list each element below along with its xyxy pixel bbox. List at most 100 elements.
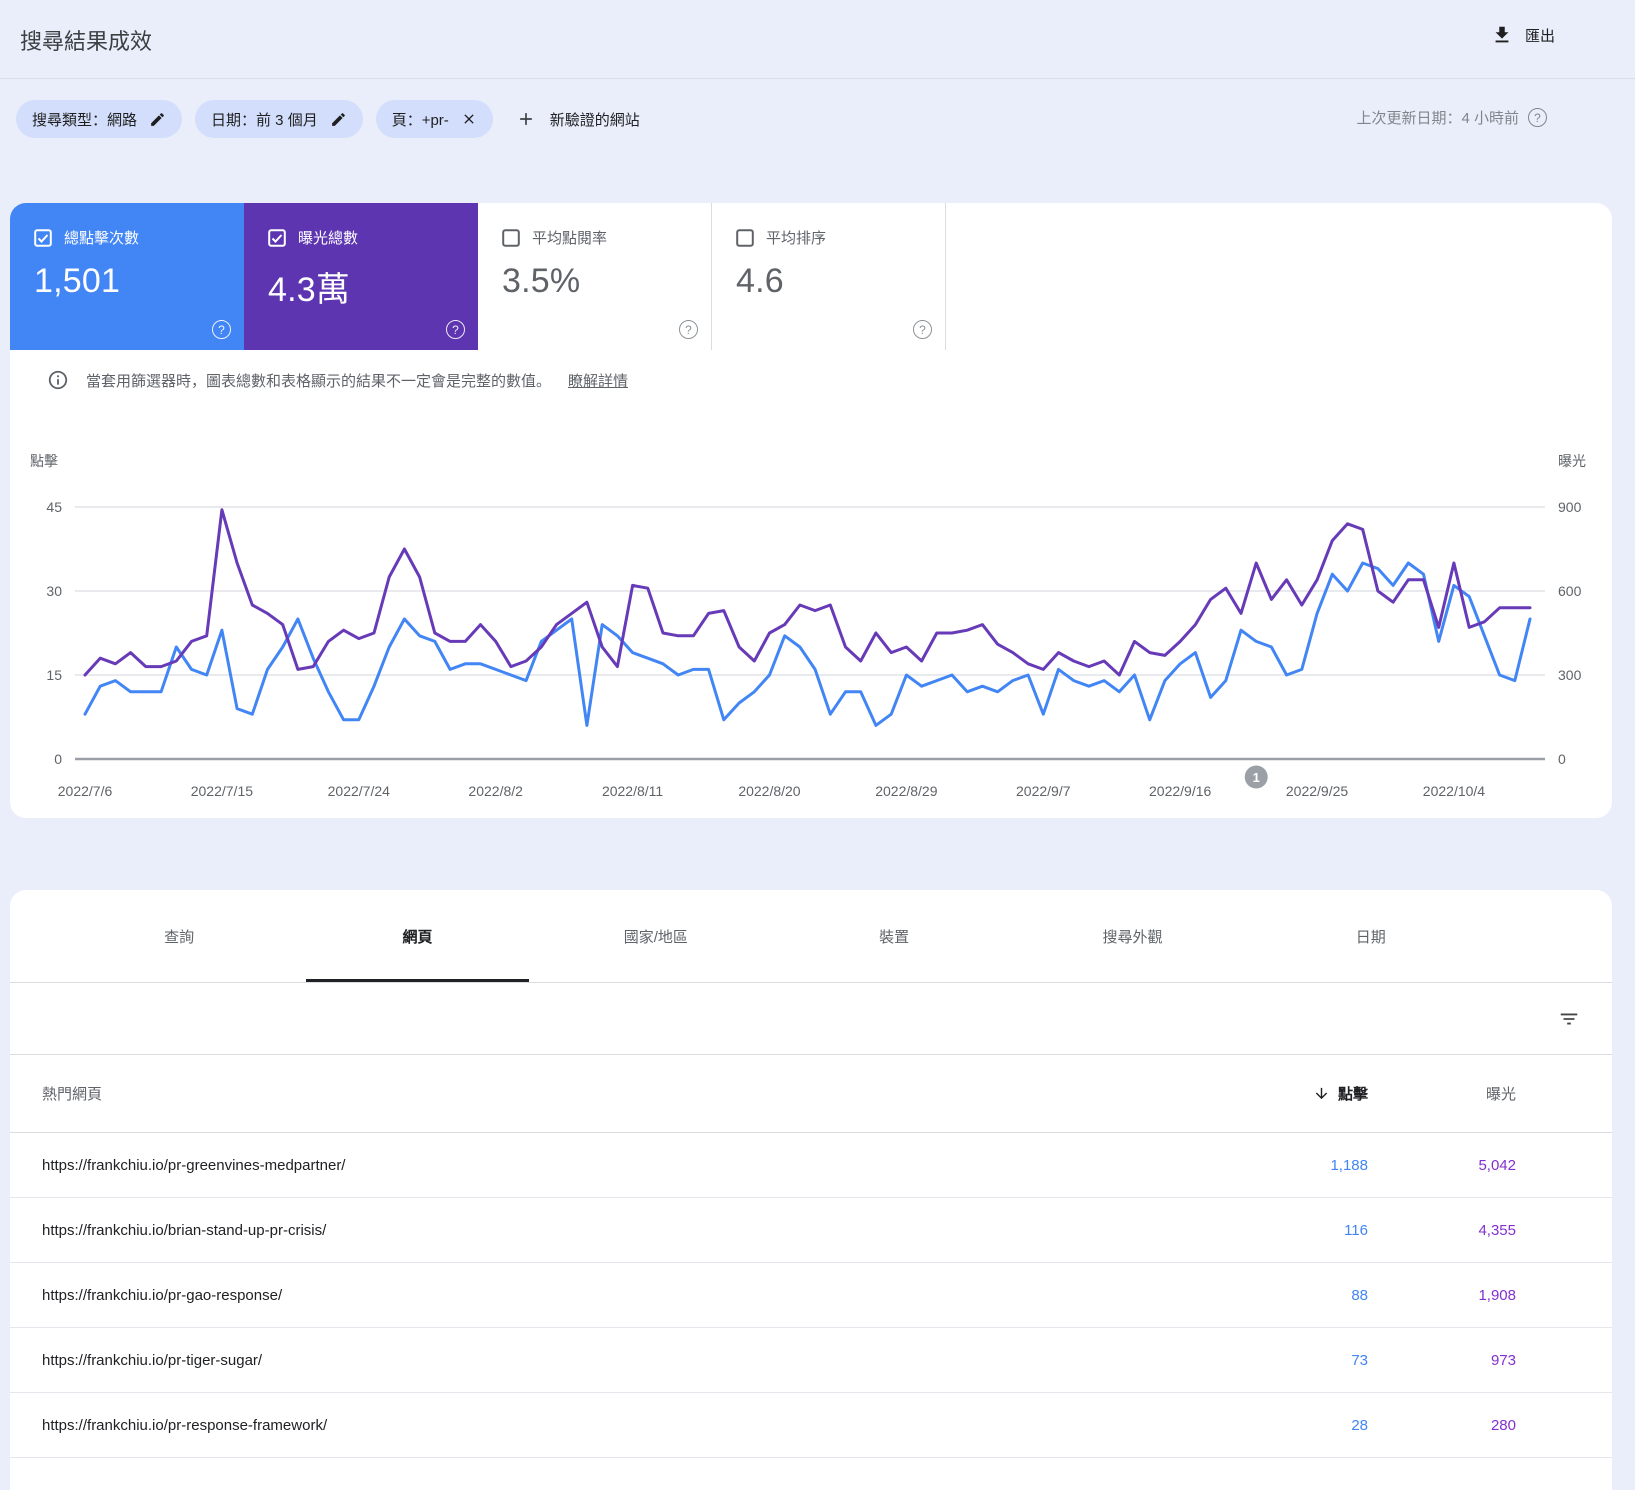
metric-value: 1,501 <box>34 262 121 300</box>
svg-text:45: 45 <box>46 499 62 515</box>
help-icon[interactable]: ? <box>1528 108 1547 127</box>
svg-text:2022/7/24: 2022/7/24 <box>328 783 390 799</box>
table-row[interactable]: https://frankchiu.io/brian-stand-up-pr-c… <box>10 1198 1612 1263</box>
metric-label: 曝光總數 <box>298 230 359 247</box>
export-label: 匯出 <box>1524 27 1555 45</box>
page-filter-chip-label: 頁：+pr- <box>391 111 449 129</box>
svg-text:2022/8/29: 2022/8/29 <box>875 783 937 799</box>
unchecked-checkbox-icon[interactable] <box>736 228 754 247</box>
notice-text: 當套用篩選器時，圖表總數和表格顯示的結果不一定會是完整的數值。 <box>86 372 552 390</box>
svg-text:2022/10/4: 2022/10/4 <box>1423 783 1485 799</box>
svg-text:300: 300 <box>1558 667 1582 683</box>
learn-more-link[interactable]: 瞭解詳情 <box>568 370 628 391</box>
svg-text:1: 1 <box>1253 770 1260 785</box>
metric-label: 平均點閱率 <box>532 230 608 247</box>
svg-text:2022/9/7: 2022/9/7 <box>1016 783 1071 799</box>
dimension-tabs: 查詢 網頁 國家/地區 裝置 搜尋外觀 日期 <box>10 890 1612 983</box>
filter-notice: 當套用篩選器時，圖表總數和表格顯示的結果不一定會是完整的數值。 瞭解詳情 <box>47 369 628 391</box>
date-range-chip[interactable]: 日期：前 3 個月 <box>195 100 363 138</box>
unchecked-checkbox-icon[interactable] <box>502 228 520 247</box>
svg-text:曝光: 曝光 <box>1558 453 1586 469</box>
metric-tiles: 總點擊次數 1,501 ? 曝光總數 4.3萬 ? 平均點閱率 3.5% ? 平… <box>10 203 946 350</box>
info-icon <box>48 370 68 390</box>
impressions-value: 280 <box>1490 1416 1516 1434</box>
edit-icon <box>151 112 164 126</box>
page-filter-chip[interactable]: 頁：+pr- <box>375 100 493 138</box>
help-icon[interactable]: ? <box>679 320 698 339</box>
page-title: 搜尋結果成效 <box>20 29 153 54</box>
add-verified-site-button[interactable]: 新驗證的網站 <box>516 109 640 130</box>
sort-descending-icon <box>1315 1087 1328 1100</box>
search-type-chip-label: 搜尋類型：網路 <box>32 111 138 129</box>
help-icon[interactable]: ? <box>212 320 231 339</box>
svg-text:點擊: 點擊 <box>30 453 58 469</box>
impressions-value: 1,908 <box>1478 1286 1516 1304</box>
add-verified-site-label: 新驗證的網站 <box>549 111 640 129</box>
svg-text:2022/9/25: 2022/9/25 <box>1286 783 1348 799</box>
average-ctr-tile[interactable]: 平均點閱率 3.5% ? <box>478 203 712 350</box>
date-range-chip-label: 日期：前 3 個月 <box>211 111 318 129</box>
checked-checkbox-icon[interactable] <box>268 228 286 247</box>
impressions-value: 973 <box>1490 1351 1516 1369</box>
search-console-performance-page: 搜尋結果成效 匯出 搜尋類型：網路 日期：前 3 個月 頁：+pr- 新驗證的網… <box>0 0 1635 1490</box>
tab-dates[interactable]: 日期 <box>1252 890 1490 982</box>
svg-text:30: 30 <box>46 583 62 599</box>
page-url[interactable]: https://frankchiu.io/pr-greenvines-medpa… <box>10 1157 1238 1174</box>
page-url[interactable]: https://frankchiu.io/pr-response-framewo… <box>10 1417 1238 1434</box>
svg-text:600: 600 <box>1558 583 1582 599</box>
filter-bar: 搜尋類型：網路 日期：前 3 個月 頁：+pr- 新驗證的網站 上次更新日期：4… <box>16 99 1635 139</box>
page-url[interactable]: https://frankchiu.io/pr-tiger-sugar/ <box>10 1352 1238 1369</box>
close-icon[interactable] <box>461 111 477 127</box>
svg-text:0: 0 <box>54 751 62 767</box>
svg-text:2022/8/2: 2022/8/2 <box>468 783 523 799</box>
svg-text:2022/8/20: 2022/8/20 <box>738 783 800 799</box>
total-impressions-tile[interactable]: 曝光總數 4.3萬 ? <box>244 203 478 350</box>
performance-chart[interactable]: 45 900 30 600 15 300 0 0 點擊 曝光 2022/7/6 2022/7/15 20… <box>10 440 1612 818</box>
svg-text:2022/7/6: 2022/7/6 <box>58 783 113 799</box>
impressions-value: 5,042 <box>1478 1156 1516 1174</box>
page-url[interactable]: https://frankchiu.io/pr-gao-response/ <box>10 1287 1238 1304</box>
help-icon[interactable]: ? <box>446 320 465 339</box>
svg-text:2022/9/16: 2022/9/16 <box>1149 783 1211 799</box>
metric-label: 總點擊次數 <box>64 230 140 247</box>
tab-devices[interactable]: 裝置 <box>775 890 1013 982</box>
column-impressions[interactable]: 曝光 <box>1368 1083 1516 1104</box>
metric-label: 平均排序 <box>766 230 827 247</box>
metric-value: 3.5% <box>502 262 581 300</box>
column-clicks-sorted[interactable]: 點擊 <box>1238 1083 1368 1104</box>
checked-checkbox-icon[interactable] <box>34 228 52 247</box>
page-url[interactable]: https://frankchiu.io/brian-stand-up-pr-c… <box>10 1222 1238 1239</box>
total-clicks-tile[interactable]: 總點擊次數 1,501 ? <box>10 203 244 350</box>
tab-search-appearance[interactable]: 搜尋外觀 <box>1013 890 1251 982</box>
performance-summary-card: 總點擊次數 1,501 ? 曝光總數 4.3萬 ? 平均點閱率 3.5% ? 平… <box>10 203 1612 818</box>
clicks-value: 28 <box>1351 1416 1368 1434</box>
help-icon[interactable]: ? <box>913 320 932 339</box>
column-top-pages[interactable]: 熱門網頁 <box>10 1083 1238 1104</box>
table-header-row: 熱門網頁 點擊 曝光 <box>10 1055 1612 1133</box>
svg-text:0: 0 <box>1558 751 1566 767</box>
clicks-value: 1,188 <box>1330 1156 1368 1174</box>
filter-list-icon[interactable] <box>1558 1008 1580 1030</box>
export-button[interactable]: 匯出 <box>1491 24 1555 46</box>
edit-icon <box>331 112 345 126</box>
clicks-value: 73 <box>1351 1351 1368 1369</box>
table-row[interactable]: https://frankchiu.io/pr-gao-response/ 88… <box>10 1263 1612 1328</box>
table-row[interactable]: https://frankchiu.io/pr-tiger-sugar/ 73 … <box>10 1328 1612 1393</box>
tab-pages[interactable]: 網頁 <box>298 890 536 982</box>
table-filter-row <box>10 983 1612 1055</box>
metric-value: 4.3萬 <box>268 271 351 309</box>
average-position-tile[interactable]: 平均排序 4.6 ? <box>712 203 946 350</box>
download-icon <box>1495 26 1509 43</box>
clicks-value: 88 <box>1351 1286 1368 1304</box>
plus-icon <box>519 113 532 125</box>
tab-countries[interactable]: 國家/地區 <box>537 890 775 982</box>
svg-text:900: 900 <box>1558 499 1582 515</box>
results-table-card: 查詢 網頁 國家/地區 裝置 搜尋外觀 日期 熱門網頁 點擊 曝光 https:… <box>10 890 1612 1490</box>
tab-queries[interactable]: 查詢 <box>60 890 298 982</box>
search-type-chip[interactable]: 搜尋類型：網路 <box>16 100 183 138</box>
table-row[interactable]: https://frankchiu.io/pr-greenvines-medpa… <box>10 1133 1612 1198</box>
impressions-value: 4,355 <box>1478 1221 1516 1239</box>
top-bar: 搜尋結果成效 匯出 <box>0 0 1635 79</box>
svg-text:2022/8/11: 2022/8/11 <box>602 783 663 799</box>
table-row[interactable]: https://frankchiu.io/pr-response-framewo… <box>10 1393 1612 1458</box>
